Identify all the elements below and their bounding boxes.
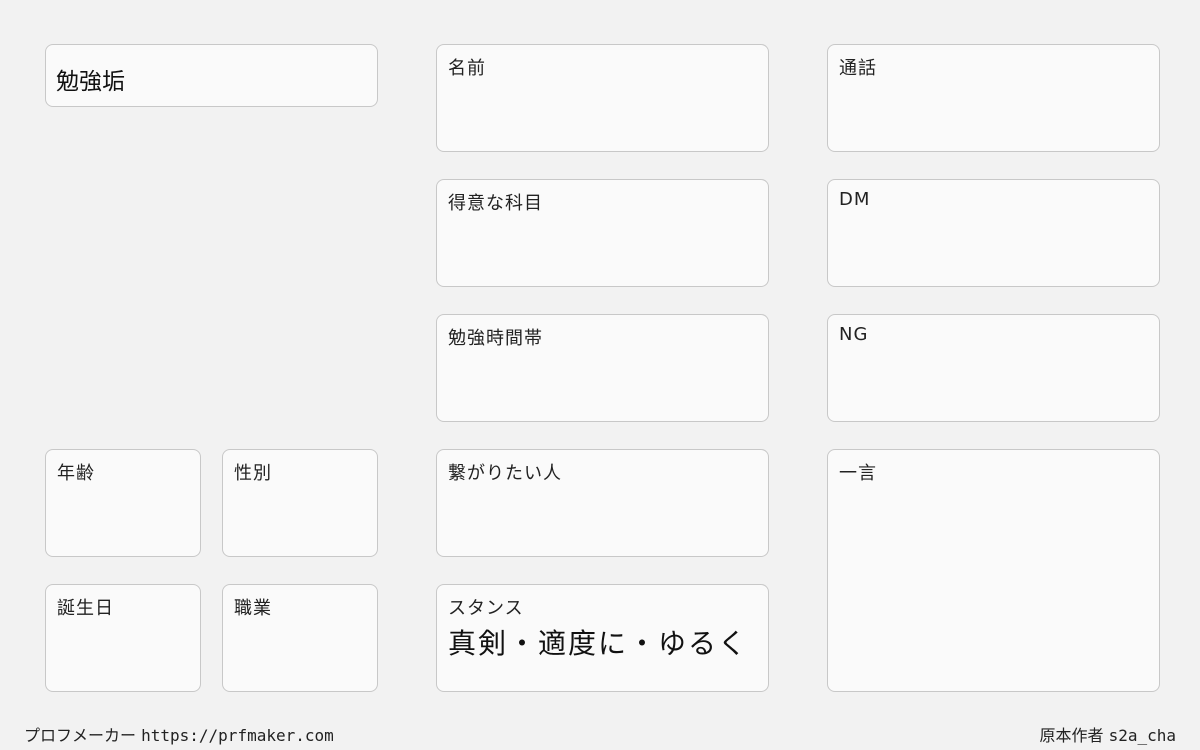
want-connect-field[interactable]: 繋がりたい人 xyxy=(436,449,769,557)
footer-author: 原本作者 s2a_cha xyxy=(1039,722,1176,746)
subject-field[interactable]: 得意な科目 xyxy=(436,179,769,287)
gender-field[interactable]: 性別 xyxy=(222,449,378,557)
birthday-field[interactable]: 誕生日 xyxy=(45,584,201,692)
call-label: 通話 xyxy=(839,58,877,79)
author-name: s2a_cha xyxy=(1108,726,1176,745)
stance-field[interactable]: スタンス 真剣・適度に・ゆるく xyxy=(436,584,769,692)
gender-label: 性別 xyxy=(234,463,272,484)
name-label: 名前 xyxy=(448,58,486,79)
ng-field[interactable]: NG xyxy=(827,314,1160,422)
footer-credit: プロフメーカー https://prfmaker.com xyxy=(24,722,334,746)
one-word-label: 一言 xyxy=(839,463,877,484)
name-field[interactable]: 名前 xyxy=(436,44,769,152)
job-field[interactable]: 職業 xyxy=(222,584,378,692)
subject-label: 得意な科目 xyxy=(448,193,543,214)
one-word-field[interactable]: 一言 xyxy=(827,449,1160,692)
app-url-link[interactable]: https://prfmaker.com xyxy=(141,726,334,745)
age-label: 年齢 xyxy=(57,463,95,484)
call-field[interactable]: 通話 xyxy=(827,44,1160,152)
profile-title: 勉強垢 xyxy=(56,69,125,95)
ng-label: NG xyxy=(839,324,869,345)
birthday-label: 誕生日 xyxy=(57,598,114,619)
app-name: プロフメーカー xyxy=(24,726,137,745)
dm-label: DM xyxy=(839,189,871,210)
dm-field[interactable]: DM xyxy=(827,179,1160,287)
job-label: 職業 xyxy=(234,598,272,619)
want-connect-label: 繋がりたい人 xyxy=(448,463,562,484)
stance-value: 真剣・適度に・ゆるく xyxy=(448,627,749,660)
study-time-field[interactable]: 勉強時間帯 xyxy=(436,314,769,422)
stance-label: スタンス xyxy=(448,598,524,619)
author-label: 原本作者 xyxy=(1039,726,1104,745)
title-card: 勉強垢 xyxy=(45,44,378,107)
age-field[interactable]: 年齢 xyxy=(45,449,201,557)
study-time-label: 勉強時間帯 xyxy=(448,328,543,349)
